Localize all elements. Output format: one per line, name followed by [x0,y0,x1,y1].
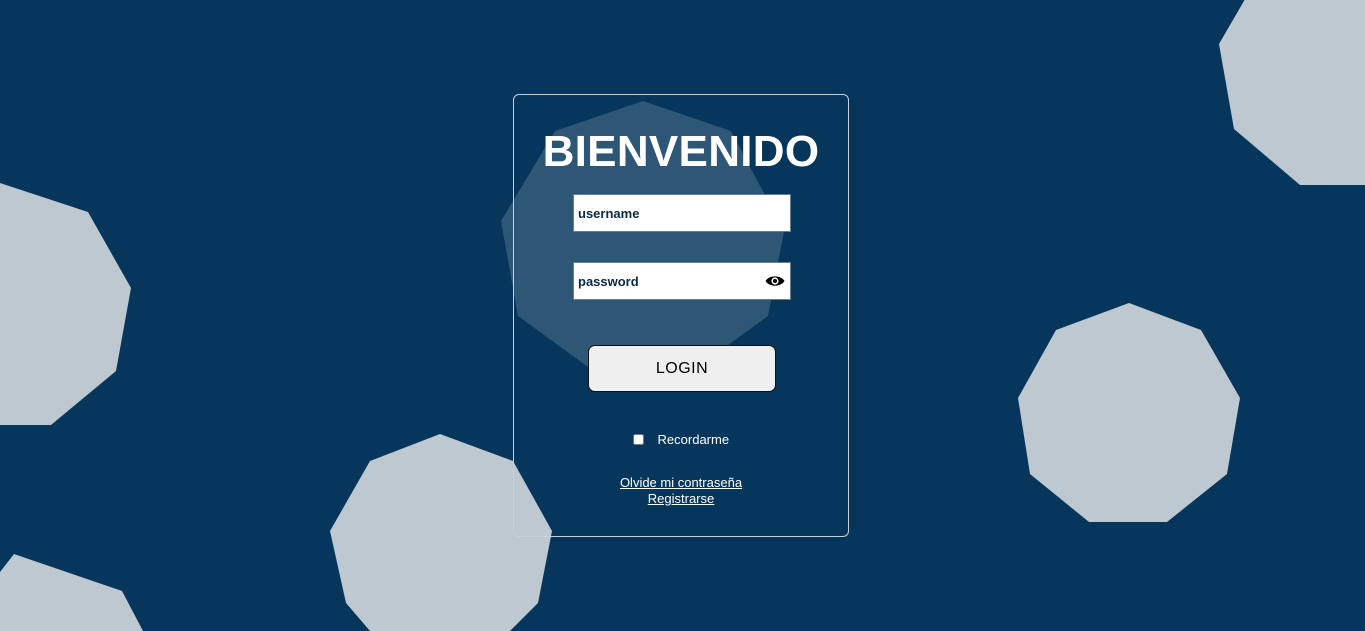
login-card: BIENVENIDO LOGIN Recordarme Olvide mi co… [513,94,849,537]
decorative-shape [1219,0,1365,185]
account-links: Olvide mi contraseña Registrarse [514,475,848,507]
password-input[interactable] [573,262,791,300]
page-title: BIENVENIDO [542,127,820,176]
remember-checkbox[interactable] [632,434,644,445]
remember-label: Recordarme [657,432,730,447]
decorative-shape [1018,303,1240,522]
decorative-shape [0,183,131,425]
login-button[interactable]: LOGIN [588,345,776,392]
remember-me: Recordarme [514,431,848,449]
eye-icon[interactable] [764,271,786,291]
decorative-shape [0,554,143,631]
forgot-password-link[interactable]: Olvide mi contraseña [514,475,848,491]
register-link[interactable]: Registrarse [514,491,848,507]
username-input[interactable] [573,194,791,232]
